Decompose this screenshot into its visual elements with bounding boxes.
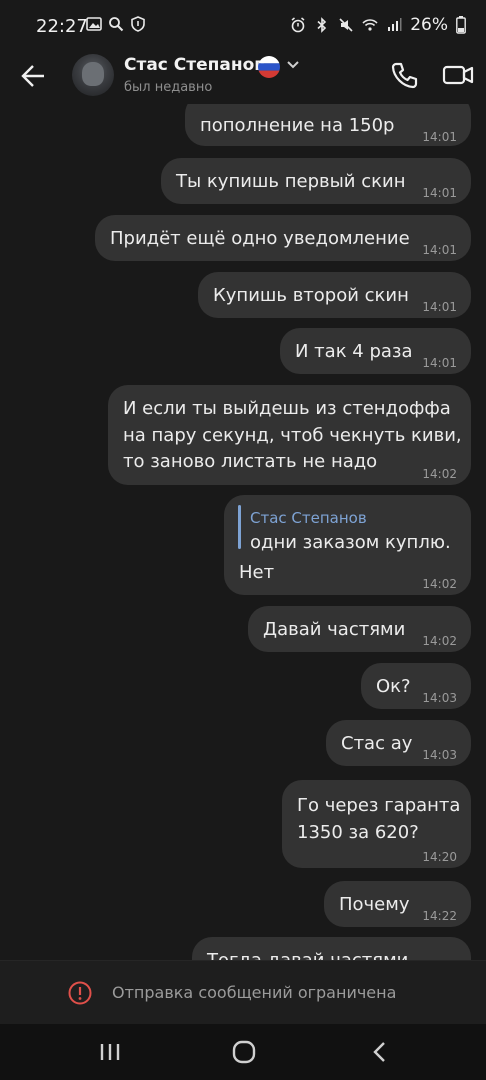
message-time: 14:03 [422, 748, 457, 762]
message-bubble[interactable]: Тогда давай частями [192, 937, 471, 960]
warning-circle-icon [68, 981, 92, 1005]
message-list[interactable]: пополнение на 150р 14:01 Ты купишь первы… [0, 104, 486, 960]
message-time: 14:01 [422, 130, 457, 144]
mute-icon [339, 18, 353, 32]
message-text: Стас ау [341, 733, 413, 754]
message-text: то заново листать не надо [123, 451, 378, 472]
restricted-notice-text: Отправка сообщений ограничена [112, 983, 397, 1002]
message-bubble[interactable]: Стас ау 14:03 [326, 720, 471, 766]
message-bubble[interactable]: Го через гаранта 1350 за 620? 14:20 [282, 780, 471, 868]
message-text: Купишь второй скин [213, 285, 409, 306]
message-bubble[interactable]: Почему 14:22 [324, 881, 471, 927]
reply-author: Стас Степанов [250, 509, 367, 527]
message-bubble[interactable]: Ок? 14:03 [361, 663, 471, 709]
shield-icon [131, 16, 145, 32]
recent-apps-icon[interactable] [96, 1038, 124, 1066]
message-text: Почему [339, 894, 410, 915]
message-bubble[interactable]: И так 4 раза 14:01 [280, 328, 471, 374]
system-nav-bar [0, 1024, 486, 1080]
reply-accent-bar [238, 505, 241, 549]
message-text: 1350 за 620? [297, 822, 419, 843]
chevron-down-icon[interactable] [286, 58, 300, 72]
message-text: И так 4 раза [295, 341, 413, 362]
message-bubble[interactable]: пополнение на 150р 14:01 [185, 104, 471, 146]
message-time: 14:01 [422, 186, 457, 200]
message-bubble[interactable]: Давай частями 14:02 [248, 606, 471, 652]
battery-percent: 26% [410, 15, 448, 35]
wifi-icon [362, 19, 378, 31]
battery-icon [456, 16, 466, 34]
message-text: Давай частями [263, 619, 406, 640]
home-icon[interactable] [230, 1038, 258, 1066]
alarm-icon [291, 17, 305, 33]
message-time: 14:01 [422, 300, 457, 314]
restricted-notice-bar: Отправка сообщений ограничена [0, 960, 486, 1025]
phone-icon[interactable] [390, 60, 420, 90]
contact-name[interactable]: Стас Степанов [124, 55, 265, 75]
message-bubble[interactable]: Ты купишь первый скин 14:01 [161, 158, 471, 204]
message-time: 14:02 [422, 634, 457, 648]
status-notification-icons [86, 16, 146, 32]
message-bubble[interactable]: Купишь второй скин 14:01 [198, 272, 471, 318]
bluetooth-icon [317, 17, 327, 33]
message-text: Ок? [376, 676, 411, 697]
message-time: 14:02 [422, 577, 457, 591]
avatar[interactable] [72, 54, 114, 96]
message-time: 14:01 [422, 243, 457, 257]
gallery-icon [86, 17, 102, 31]
message-text: на пару секунд, чтоб чекнуть киви, [123, 425, 462, 446]
message-time: 14:20 [422, 850, 457, 864]
message-text: Ты купишь первый скин [176, 171, 406, 192]
reply-text: одни заказом куплю. [250, 532, 451, 553]
contact-status: был недавно [124, 80, 213, 95]
status-time: 22:27 [36, 16, 88, 37]
russia-flag-icon [258, 56, 280, 78]
chat-header: Стас Степанов был недавно [0, 48, 486, 104]
video-camera-icon[interactable] [442, 60, 474, 90]
message-bubble-reply[interactable]: Стас Степанов одни заказом куплю. Нет 14… [224, 495, 471, 595]
message-time: 14:01 [422, 356, 457, 370]
message-text: пополнение на 150р [200, 115, 395, 136]
arrow-left-icon[interactable] [20, 62, 48, 90]
message-text: Придёт ещё одно уведомление [110, 228, 410, 249]
message-text: Го через гаранта [297, 795, 461, 816]
message-bubble[interactable]: Придёт ещё одно уведомление 14:01 [95, 215, 471, 261]
status-bar: 22:27 26% [0, 0, 486, 54]
signal-icon [388, 18, 402, 31]
message-time: 14:22 [422, 909, 457, 923]
message-time: 14:03 [422, 691, 457, 705]
message-time: 14:02 [422, 467, 457, 481]
status-system-icons: 26% [290, 15, 466, 35]
message-text: Нет [239, 562, 275, 583]
message-text: Тогда давай частями [207, 947, 408, 960]
message-bubble[interactable]: И если ты выйдешь из стендоффа на пару с… [108, 385, 471, 485]
message-text: И если ты выйдешь из стендоффа [123, 398, 451, 419]
search-icon [109, 17, 124, 32]
nav-back-icon[interactable] [366, 1038, 394, 1066]
